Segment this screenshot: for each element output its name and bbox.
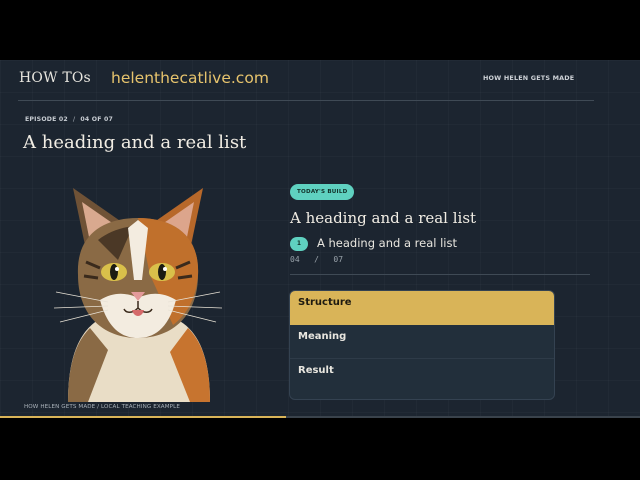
video-progress-bar[interactable] — [0, 416, 640, 418]
video-progress-fill — [0, 416, 287, 418]
site-url[interactable]: helenthecatlive.com — [111, 69, 269, 87]
step-label: A heading and a real list — [317, 236, 458, 250]
episode-number: EPISODE 02 — [25, 116, 68, 123]
brand-title[interactable]: HOW TOs — [19, 70, 91, 86]
episode-label: EPISODE 02 / 04 OF 07 — [25, 116, 113, 123]
counter-total: 07 — [333, 255, 344, 264]
image-caption: HOW HELEN GETS MADE / LOCAL TEACHING EXA… — [24, 404, 180, 410]
step-number-badge: 1 — [290, 237, 308, 251]
video-frame: HOW TOs helenthecatlive.com HOW HELEN GE… — [0, 60, 640, 418]
step-counter: 04 / 07 — [290, 255, 343, 264]
page-title: A heading and a real list — [23, 132, 247, 153]
section-divider — [290, 274, 590, 275]
accordion: Structure Meaning Result — [289, 290, 555, 400]
counter-current: 04 — [290, 255, 300, 264]
cat-illustration — [53, 188, 223, 402]
header-divider — [18, 100, 594, 101]
counter-separator: / — [314, 255, 319, 264]
episode-separator: / — [72, 116, 76, 123]
episode-progress: 04 OF 07 — [80, 116, 114, 123]
build-title: A heading and a real list — [290, 209, 477, 227]
nav-link-how-helen-gets-made[interactable]: HOW HELEN GETS MADE — [483, 74, 574, 82]
accordion-item-structure[interactable]: Structure — [290, 291, 554, 325]
accordion-item-result[interactable]: Result — [290, 359, 554, 393]
accordion-item-meaning[interactable]: Meaning — [290, 325, 554, 359]
todays-build-badge: TODAY'S BUILD — [290, 184, 355, 200]
